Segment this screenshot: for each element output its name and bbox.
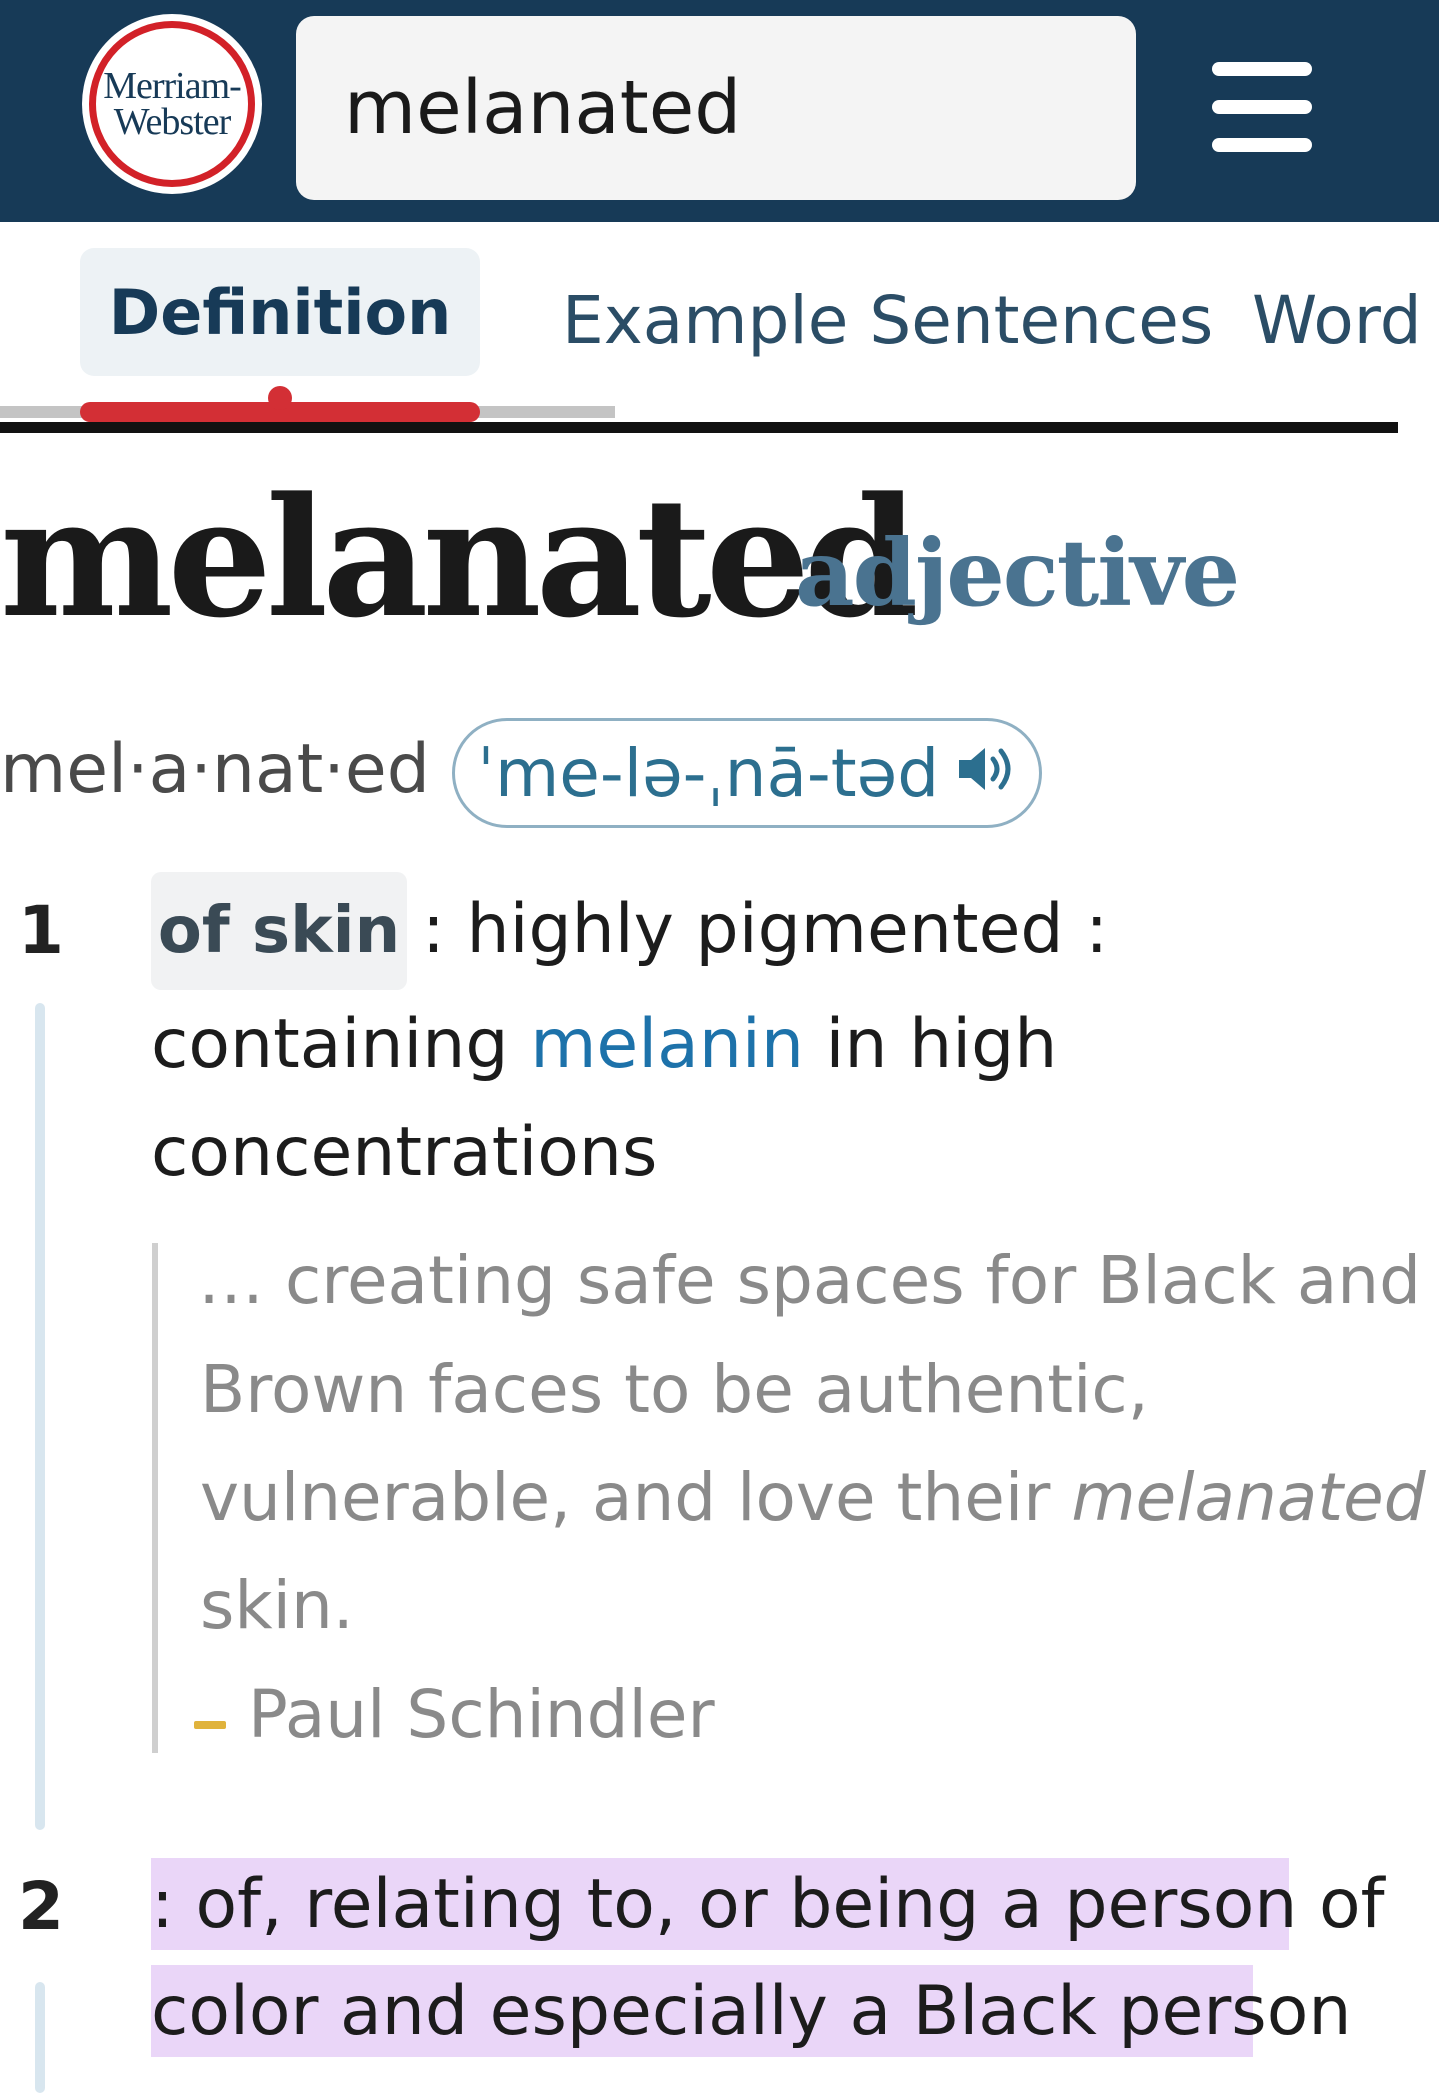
headword: melanated bbox=[0, 461, 919, 654]
subject-label-chip: of skin bbox=[151, 872, 407, 990]
entry-tabs: Definition Example Sentences Word bbox=[0, 222, 1439, 433]
definition-text: containing bbox=[151, 1005, 531, 1084]
menu-line bbox=[1212, 138, 1312, 152]
tab-definition[interactable]: Definition bbox=[80, 248, 480, 376]
example-quote-line: Brown faces to be authentic, bbox=[200, 1351, 1149, 1428]
active-tab-indicator-tip bbox=[268, 386, 292, 410]
example-quote-text: vulnerable, and love their bbox=[200, 1459, 1072, 1536]
example-quote-line: vulnerable, and love their melanated bbox=[200, 1453, 1426, 1543]
hamburger-menu-icon[interactable] bbox=[1212, 62, 1312, 152]
example-quote-line: skin. bbox=[200, 1567, 354, 1644]
search-input[interactable] bbox=[296, 16, 1136, 200]
definition-text: color and especially a Black person bbox=[151, 1972, 1352, 2051]
merriam-webster-logo[interactable]: Merriam- Webster bbox=[82, 14, 262, 194]
pronunciation-button[interactable]: ˈme-lə-ˌnā-təd bbox=[452, 718, 1042, 828]
sense-number: 1 bbox=[18, 892, 64, 969]
definition-text: : highly pigmented : bbox=[422, 890, 1109, 969]
syllable-breakdown: mel·a·nat·ed bbox=[0, 730, 430, 809]
sense-bar bbox=[35, 1982, 45, 2093]
logo-text-line2: Webster bbox=[113, 101, 232, 143]
pronunciation-text: ˈme-lə-ˌnā-təd bbox=[476, 734, 940, 812]
site-header: Merriam- Webster bbox=[0, 0, 1439, 222]
quote-attribution: Paul Schindler bbox=[248, 1676, 715, 1753]
menu-line bbox=[1212, 100, 1312, 114]
cross-reference-link[interactable]: melanin bbox=[530, 1005, 804, 1084]
logo-ring: Merriam- Webster bbox=[89, 21, 255, 187]
speaker-icon bbox=[955, 735, 1017, 812]
example-quote-headword: melanated bbox=[1071, 1459, 1426, 1536]
search-bar bbox=[296, 16, 1136, 200]
tabs-divider bbox=[0, 422, 1398, 433]
definition-line: containing melanin in high bbox=[151, 1000, 1057, 1090]
menu-line bbox=[1212, 62, 1312, 76]
sense-number: 2 bbox=[18, 1868, 64, 1945]
logo-text-line1: Merriam- bbox=[103, 65, 242, 107]
definition-text: concentrations bbox=[151, 1113, 658, 1192]
part-of-speech-link[interactable]: adjective bbox=[795, 518, 1240, 628]
tab-example-sentences[interactable]: Example Sentences bbox=[562, 282, 1213, 359]
definition-text: : of, relating to, or being a person of bbox=[151, 1865, 1385, 1944]
sense-bar bbox=[35, 1003, 45, 1830]
definition-text: in high bbox=[803, 1005, 1058, 1084]
tab-word[interactable]: Word bbox=[1252, 282, 1422, 359]
attribution-dash bbox=[194, 1721, 226, 1729]
quote-bar bbox=[152, 1243, 158, 1753]
example-quote-line: … creating safe spaces for Black and bbox=[198, 1242, 1421, 1319]
